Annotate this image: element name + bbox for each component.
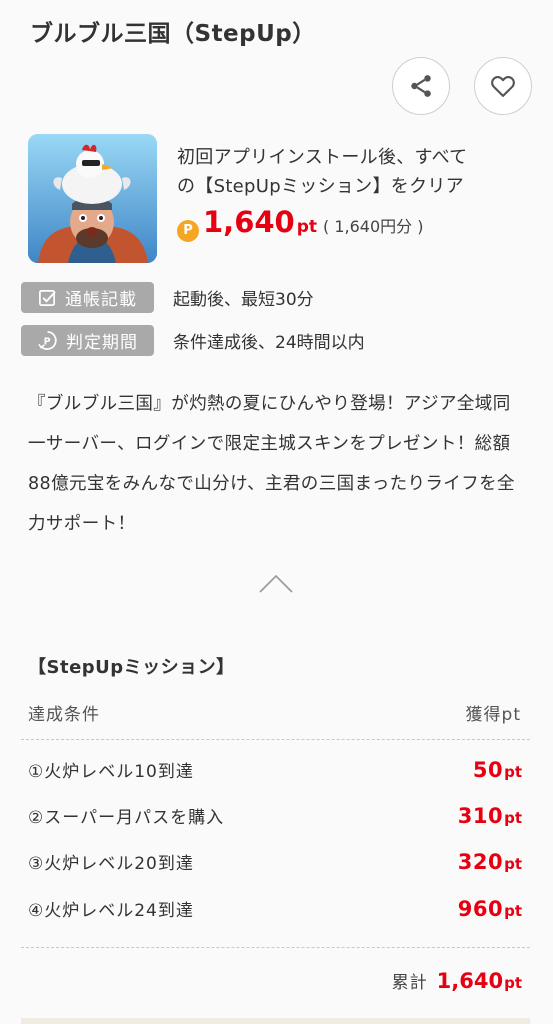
mission-row: ③火炉レベル20到達 320pt	[28, 849, 522, 879]
page-title: ブルブル三国（StepUp）	[30, 21, 316, 47]
mission-points: 960pt	[457, 897, 522, 921]
favorite-button[interactable]	[474, 57, 532, 115]
total-points: 1,640	[436, 969, 504, 993]
mission-points: 320pt	[457, 850, 522, 874]
svg-text:P: P	[44, 336, 52, 347]
app-description: 『ブルブル三国』が灼熱の夏にひんやり登場！アジア全域同一サーバー、ログインで限定…	[28, 394, 515, 534]
mission-header-condition: 達成条件	[28, 705, 100, 725]
bottom-strip	[21, 1018, 530, 1024]
total-unit: pt	[504, 974, 522, 992]
divider	[21, 947, 530, 948]
judgement-value: 条件達成後、24時間以内	[173, 333, 365, 353]
mission-row: ②スーパー月パスを購入 310pt	[28, 803, 522, 833]
passbook-value: 起動後、最短30分	[173, 290, 314, 310]
mission-row: ④火炉レベル24到達 960pt	[28, 896, 522, 926]
passbook-tag-label: 通帳記載	[65, 290, 137, 310]
mission-header-points: 獲得pt	[465, 705, 521, 725]
info-row-passbook: 通帳記載 起動後、最短30分	[21, 282, 314, 313]
points-value: 1,640	[203, 205, 295, 239]
mission-label: ④火炉レベル24到達	[28, 901, 194, 921]
points-unit: pt	[296, 217, 318, 237]
point-coin-icon: P	[177, 219, 199, 242]
app-icon[interactable]	[28, 134, 157, 263]
divider	[21, 739, 530, 740]
total-row: 累計 1,640 pt	[392, 968, 522, 993]
passbook-tag: 通帳記載	[21, 282, 154, 313]
mission-label: ①火炉レベル10到達	[28, 762, 194, 782]
points-yen-equivalent: ( 1,640円分 )	[323, 217, 424, 236]
collapse-button[interactable]	[259, 574, 293, 598]
share-icon	[411, 75, 431, 97]
mission-row: ①火炉レベル10到達 50pt	[28, 757, 522, 787]
offer-description-line-1: 初回アプリインストール後、すべて	[177, 147, 468, 168]
mission-points: 50pt	[472, 758, 522, 782]
judgement-tag-label: 判定期間	[66, 333, 138, 353]
mission-label: ③火炉レベル20到達	[28, 854, 194, 874]
mission-section-title: 【StepUpミッション】	[28, 657, 235, 678]
clock-p-icon: P	[38, 331, 57, 350]
app-icon-artwork	[28, 134, 157, 263]
total-label: 累計	[391, 973, 428, 993]
heart-icon	[491, 76, 515, 97]
chevron-up-icon	[259, 574, 293, 593]
info-row-judgement: P 判定期間 条件達成後、24時間以内	[21, 325, 365, 356]
mission-label: ②スーパー月パスを購入	[28, 808, 225, 828]
points-row: P 1,640 pt ( 1,640円分 )	[177, 205, 424, 242]
offer-description-line-2: の【StepUpミッション】をクリア	[177, 176, 464, 197]
judgement-tag: P 判定期間	[21, 325, 154, 356]
checkbox-icon	[39, 289, 56, 306]
mission-points: 310pt	[457, 804, 522, 828]
share-button[interactable]	[392, 57, 450, 115]
